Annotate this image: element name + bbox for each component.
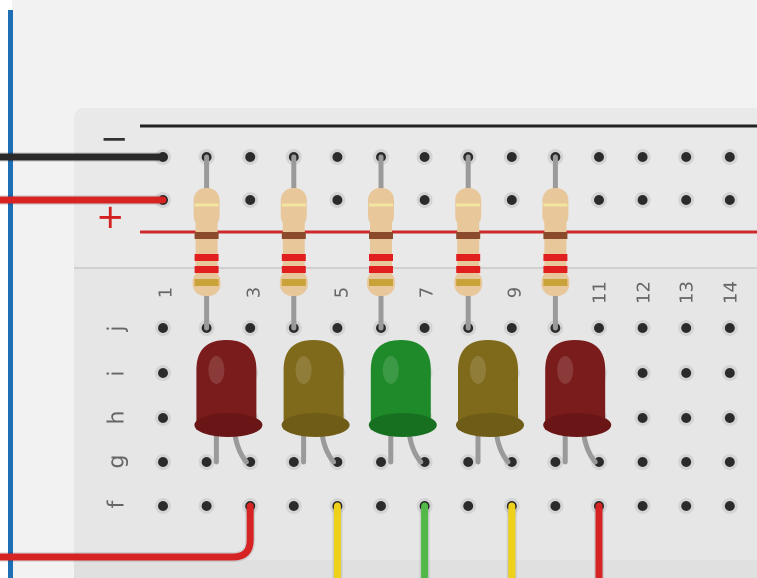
breadboard-hole[interactable] — [155, 320, 171, 336]
positive-rail-sign: + — [96, 197, 125, 237]
breadboard-hole[interactable] — [591, 192, 607, 208]
breadboard-hole[interactable] — [591, 320, 607, 336]
resistor-band — [456, 254, 481, 261]
breadboard-hole[interactable] — [460, 498, 477, 514]
resistor-band — [281, 254, 306, 261]
breadboard-hole[interactable] — [416, 192, 433, 208]
breadboard-hole[interactable] — [634, 365, 651, 381]
breadboard-hole[interactable] — [721, 454, 738, 470]
column-label-9: 9 — [504, 286, 526, 299]
breadboard-hole[interactable] — [547, 498, 564, 514]
column-label-11: 11 — [589, 281, 611, 304]
breadboard-hole[interactable] — [460, 454, 477, 470]
column-label-14: 14 — [720, 281, 742, 304]
breadboard-hole[interactable] — [634, 320, 651, 336]
row-label-i: i — [104, 370, 130, 377]
resistor-band — [194, 279, 219, 286]
breadboard-hole[interactable] — [416, 149, 433, 165]
breadboard-hole[interactable] — [329, 149, 346, 165]
breadboard-hole[interactable] — [678, 365, 695, 381]
breadboard-hole[interactable] — [721, 365, 738, 381]
breadboard-hole[interactable] — [242, 149, 259, 165]
breadboard-hole[interactable] — [285, 498, 302, 514]
breadboard-hole[interactable] — [198, 498, 215, 514]
power-rail-strip — [74, 108, 757, 268]
center-channel — [74, 560, 757, 578]
breadboard-hole[interactable] — [503, 320, 520, 336]
resistor-band — [194, 266, 219, 273]
breadboard-hole[interactable] — [155, 454, 171, 470]
breadboard-hole[interactable] — [721, 320, 738, 336]
breadboard-hole[interactable] — [591, 149, 607, 165]
resistor-band — [194, 254, 219, 261]
resistor-band — [369, 254, 393, 261]
resistor-band — [543, 254, 568, 261]
breadboard-hole[interactable] — [503, 149, 520, 165]
resistor-band — [456, 232, 481, 239]
breadboard-hole[interactable] — [634, 498, 651, 514]
column-label-1: 1 — [155, 286, 177, 299]
breadboard-hole[interactable] — [242, 192, 259, 208]
breadboard-hole[interactable] — [634, 454, 651, 470]
column-label-12: 12 — [633, 281, 655, 304]
resistor-band — [456, 266, 481, 273]
column-label-3: 3 — [243, 286, 265, 299]
row-label-h: h — [104, 410, 130, 425]
resistor-band — [369, 232, 393, 239]
breadboard-hole[interactable] — [329, 192, 346, 208]
breadboard-hole[interactable] — [678, 320, 695, 336]
negative-rail-sign: − — [100, 119, 129, 159]
resistor-band — [281, 266, 306, 273]
resistor-band — [369, 266, 393, 273]
breadboard-hole[interactable] — [416, 320, 433, 336]
breadboard-hole[interactable] — [547, 454, 564, 470]
breadboard-hole[interactable] — [721, 410, 738, 426]
breadboard-hole[interactable] — [155, 410, 171, 426]
breadboard-hole[interactable] — [155, 365, 171, 381]
breadboard-hole[interactable] — [198, 454, 215, 470]
row-label-f: f — [104, 500, 130, 509]
resistor-band — [456, 279, 481, 286]
row-label-j: j — [104, 325, 130, 332]
breadboard-hole[interactable] — [634, 149, 651, 165]
column-label-7: 7 — [416, 286, 438, 299]
breadboard-hole[interactable] — [329, 320, 346, 336]
row-label-g: g — [104, 454, 130, 469]
breadboard-hole[interactable] — [678, 454, 695, 470]
breadboard-hole[interactable] — [721, 192, 738, 208]
column-label-5: 5 — [331, 286, 353, 299]
sidebar-accent-line — [8, 10, 13, 578]
breadboard-hole[interactable] — [373, 498, 389, 514]
resistor-band — [194, 232, 219, 239]
resistor-band — [543, 232, 568, 239]
breadboard-hole[interactable] — [155, 498, 171, 514]
breadboard-hole[interactable] — [678, 149, 695, 165]
breadboard-hole[interactable] — [678, 192, 695, 208]
breadboard-hole[interactable] — [634, 192, 651, 208]
breadboard-hole[interactable] — [503, 192, 520, 208]
resistor-band — [281, 232, 306, 239]
breadboard-hole[interactable] — [678, 410, 695, 426]
breadboard-hole[interactable] — [721, 149, 738, 165]
breadboard-canvas[interactable]: − + 1 3 5 7 9 11 12 13 14 j i h g f — [0, 0, 757, 578]
column-label-13: 13 — [676, 281, 698, 304]
breadboard-hole[interactable] — [242, 320, 259, 336]
resistor-band — [281, 279, 306, 286]
resistor-band — [543, 279, 568, 286]
breadboard-hole[interactable] — [721, 498, 738, 514]
breadboard-hole[interactable] — [678, 498, 695, 514]
breadboard-hole[interactable] — [285, 454, 302, 470]
resistor-band — [543, 266, 568, 273]
resistor-band — [369, 279, 393, 286]
breadboard-hole[interactable] — [373, 454, 389, 470]
breadboard-hole[interactable] — [634, 410, 651, 426]
